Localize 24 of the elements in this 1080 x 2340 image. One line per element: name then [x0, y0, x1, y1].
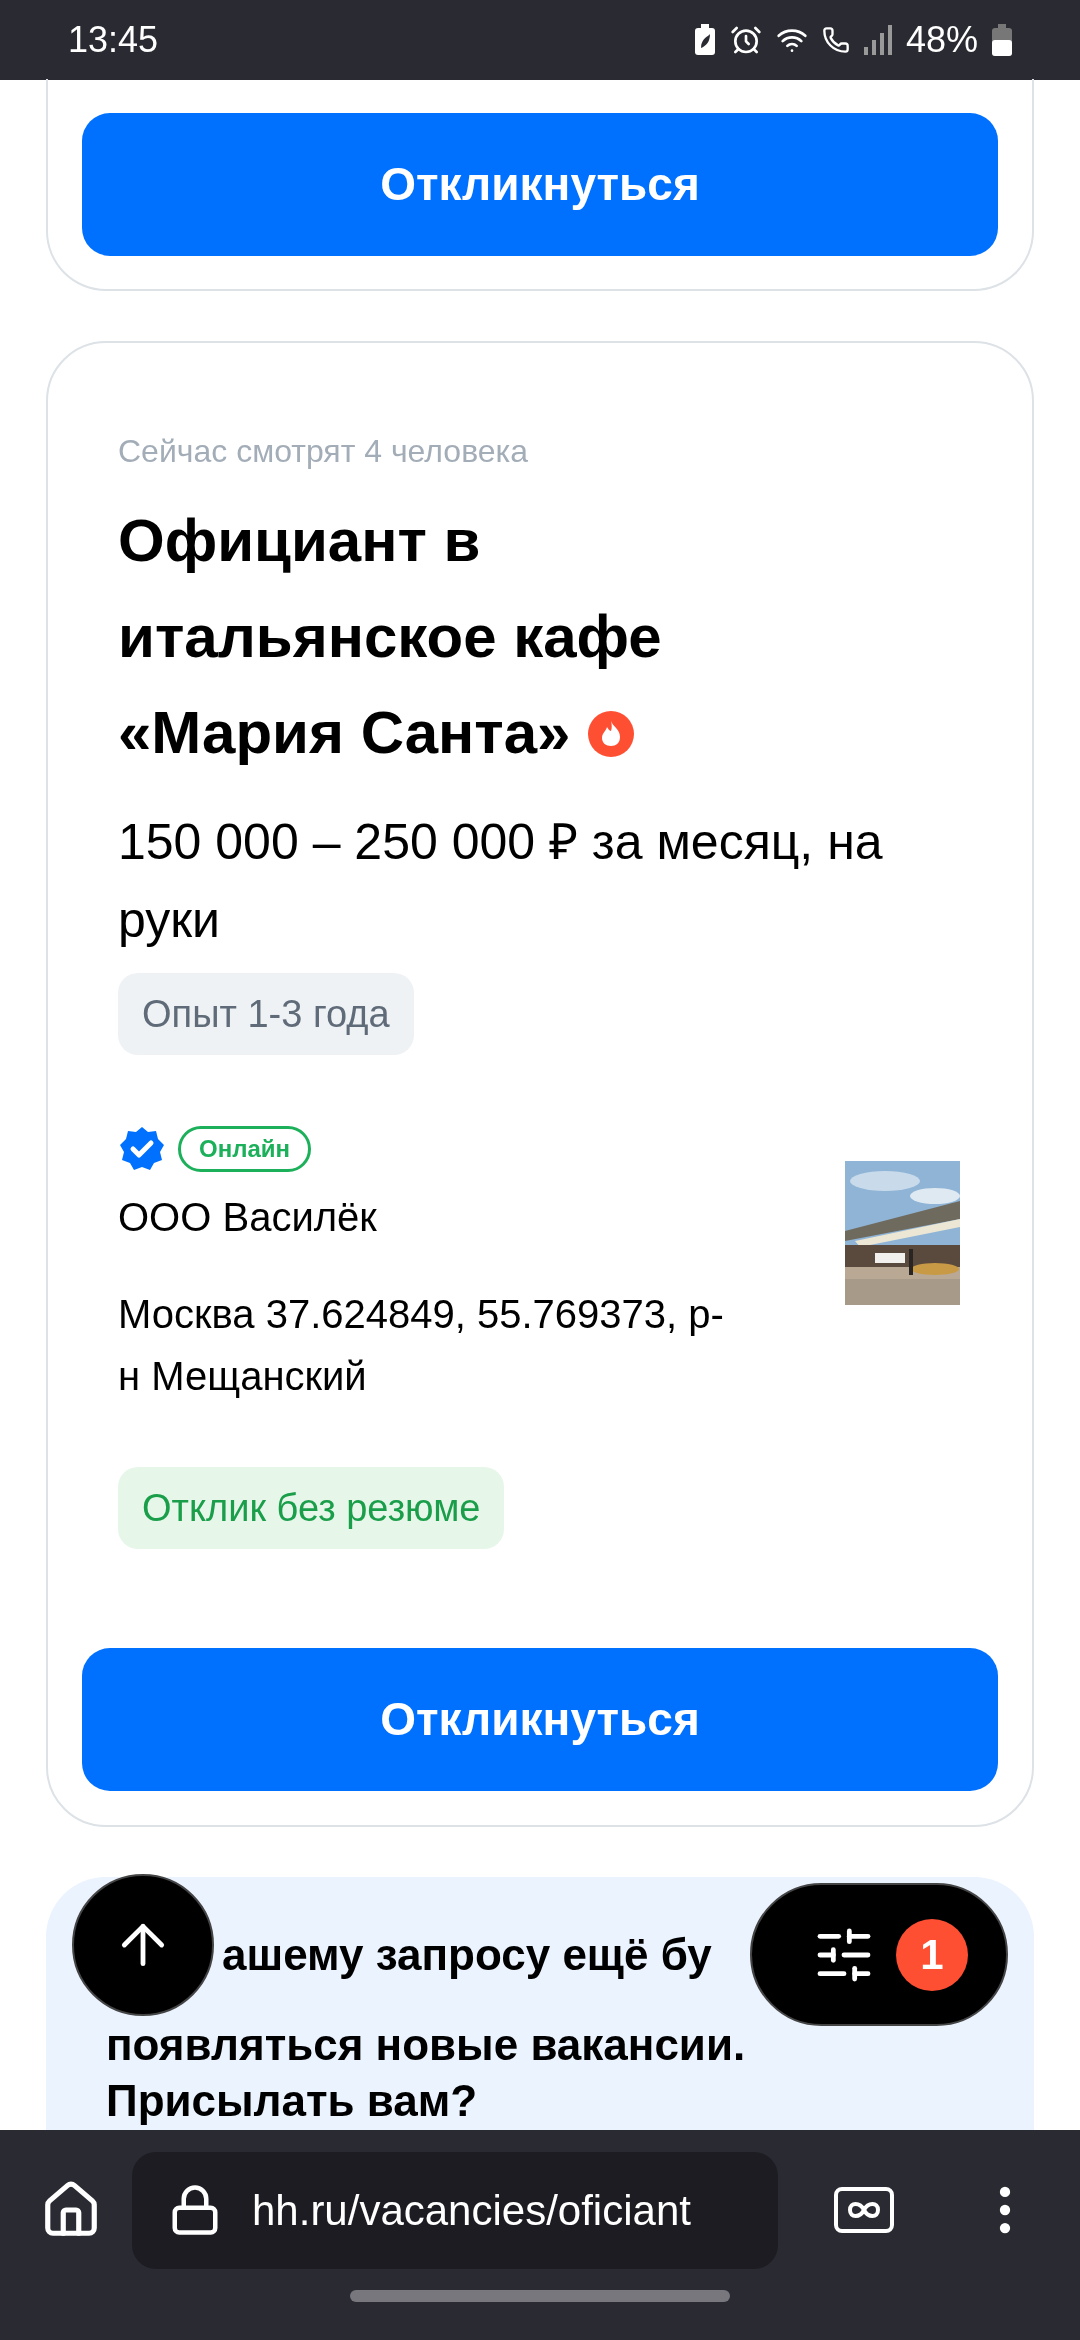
banner-text: ашему запросу ещё бу — [222, 1929, 712, 1981]
alarm-icon — [729, 24, 762, 56]
battery-level: 48% — [905, 18, 978, 62]
banner-text: появляться новые вакансии. — [106, 2019, 746, 2071]
address: Москва 37.624849, 55.769373, р-н Мещанский — [118, 1291, 725, 1400]
vacancy-title: Официант в итальянское кафе «Мария Санта» — [118, 506, 663, 768]
url-field[interactable]: hh.ru/vacancies/oficiant — [132, 2151, 778, 2269]
respond-button[interactable]: Откликнуться — [82, 1648, 998, 1791]
respond-button[interactable]: Откликнуться — [82, 113, 998, 256]
call-icon — [821, 26, 850, 54]
banner-text: Присылать вам? — [106, 2075, 478, 2127]
online-badge: Онлайн — [178, 1126, 311, 1172]
company-name: ООО Василёк — [118, 1194, 378, 1241]
filter-count-badge: 1 — [896, 1918, 968, 1991]
clock: 13:45 — [68, 18, 159, 62]
salary: 150 000 – 250 000 ₽ за месяц, на руки — [118, 813, 884, 950]
battery-saver-icon — [693, 24, 716, 56]
viewers-count: Сейчас смотрят 4 человека — [118, 432, 530, 471]
experience-tag: Опыт 1-3 года — [118, 973, 414, 1055]
battery-icon — [992, 24, 1012, 56]
url-text: hh.ru/vacancies/oficiant — [252, 2185, 691, 2236]
no-resume-tag: Отклик без резюме — [118, 1467, 505, 1549]
signal-icon — [863, 25, 892, 55]
tabs-icon[interactable] — [834, 2187, 894, 2233]
